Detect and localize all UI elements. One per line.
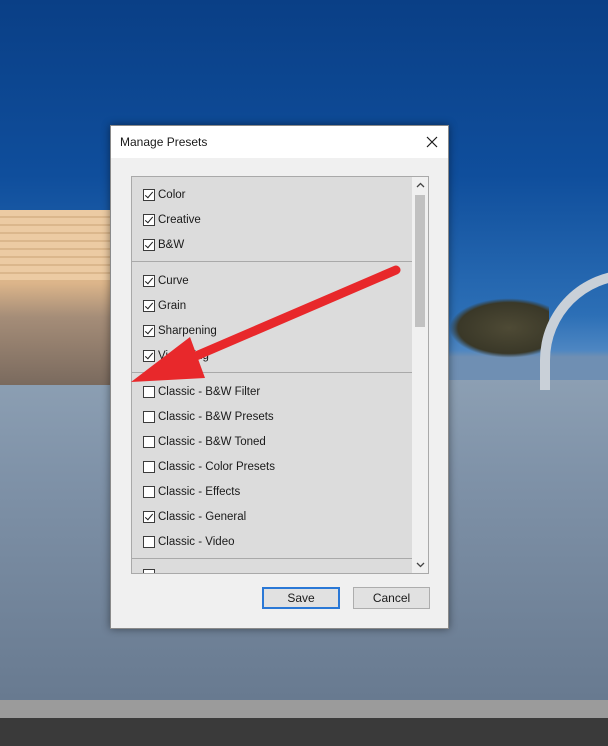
preset-item[interactable]: Sharpening [143, 321, 217, 341]
preset-label: Color [158, 189, 186, 201]
preset-checkbox[interactable] [143, 536, 155, 548]
chevron-down-icon [416, 562, 424, 568]
preset-label: Classic - Video [158, 536, 235, 548]
preset-label: Sharpening [158, 325, 217, 337]
preset-checkbox[interactable] [143, 214, 155, 226]
preset-item[interactable]: Classic - Color Presets [143, 457, 275, 477]
preset-item[interactable]: Creative [143, 210, 201, 230]
airplane [449, 298, 549, 358]
preset-item[interactable]: Classic - General [143, 507, 246, 527]
preset-label: Classic - General [158, 511, 247, 523]
preset-label: Classic - B&W Presets [158, 411, 274, 423]
preset-label: Vignetting [158, 350, 209, 362]
preset-checkbox[interactable] [143, 436, 155, 448]
preset-label: Classic - Color Presets [158, 461, 275, 473]
cancel-button[interactable]: Cancel [353, 587, 430, 609]
preset-label: Classic - Effects [158, 486, 241, 498]
manage-presets-dialog: Manage Presets Color Creative B&W Curve Grai… [110, 125, 449, 629]
preset-item[interactable]: Vignetting [143, 346, 209, 366]
preset-item[interactable]: Grain [143, 296, 186, 316]
group-separator [132, 558, 414, 559]
preset-checkbox[interactable] [143, 350, 155, 362]
scroll-thumb[interactable] [415, 195, 425, 327]
scroll-down-button[interactable] [412, 557, 428, 573]
preset-item[interactable]: B&W [143, 235, 184, 255]
bottom-panel [0, 718, 608, 746]
preset-label: Curve [158, 275, 189, 287]
preset-checkbox[interactable] [143, 411, 155, 423]
preset-item[interactable]: Classic - B&W Presets [143, 407, 274, 427]
preset-checkbox[interactable] [143, 486, 155, 498]
presets-list[interactable]: Color Creative B&W Curve Grain Sharpening Vign… [131, 176, 429, 574]
preset-checkbox[interactable] [143, 569, 155, 573]
preset-checkbox[interactable] [143, 461, 155, 473]
preset-checkbox[interactable] [143, 275, 155, 287]
dialog-title: Manage Presets [120, 135, 208, 149]
scroll-up-button[interactable] [412, 177, 428, 193]
bottom-bar [0, 700, 608, 718]
group-separator [132, 372, 414, 373]
preset-checkbox[interactable] [143, 239, 155, 251]
preset-item[interactable]: Classic - B&W Toned [143, 432, 266, 452]
preset-label: Classic - B&W Filter [158, 386, 261, 398]
preset-label: Classic - B&W Toned [158, 436, 266, 448]
preset-checkbox[interactable] [143, 300, 155, 312]
preset-label: B&W [158, 239, 185, 251]
chevron-up-icon [416, 182, 424, 188]
preset-checkbox[interactable] [143, 325, 155, 337]
hangar-roof [0, 210, 112, 280]
scrollbar[interactable] [412, 177, 428, 573]
preset-item[interactable]: Color [143, 185, 185, 205]
close-icon [426, 136, 438, 148]
close-button[interactable] [420, 130, 444, 154]
save-button[interactable]: Save [262, 587, 340, 609]
preset-checkbox[interactable] [143, 511, 155, 523]
preset-label: Grain [158, 300, 187, 312]
arch-structure [540, 270, 608, 390]
preset-item[interactable]: Classic - Video [143, 532, 235, 552]
preset-checkbox[interactable] [143, 189, 155, 201]
dialog-titlebar: Manage Presets [111, 126, 448, 158]
preset-checkbox[interactable] [143, 386, 155, 398]
preset-label: Creative [158, 214, 201, 226]
preset-item[interactable]: Curve [143, 271, 189, 291]
preset-item[interactable]: Classic - B&W Filter [143, 382, 260, 402]
preset-item[interactable]: Classic - Effects [143, 482, 240, 502]
group-separator [132, 261, 414, 262]
